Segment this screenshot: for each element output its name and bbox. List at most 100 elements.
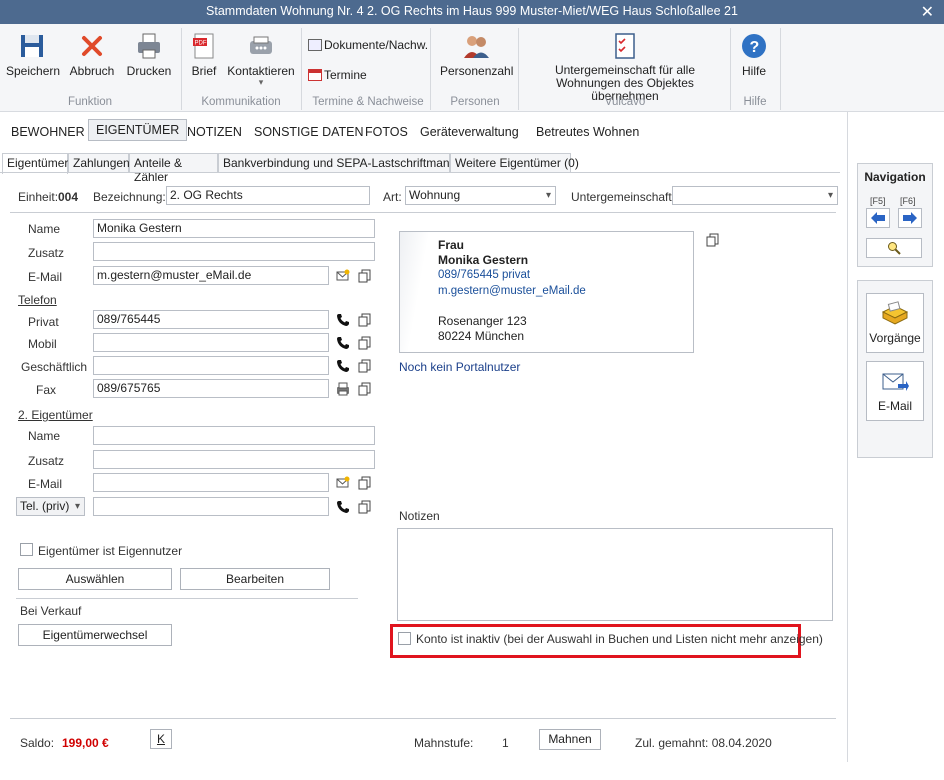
documents-label: Dokumente/Nachw. — [324, 38, 429, 52]
close-icon[interactable]: ✕ — [921, 2, 934, 22]
persons-label: Personenzahl — [440, 64, 514, 78]
eigennutzer-label: Eigentümer ist Eigennutzer — [38, 544, 183, 558]
group-personen: Personen — [450, 96, 500, 108]
next-button[interactable] — [898, 208, 922, 228]
subtab-anteile-zaehler[interactable]: Anteile & Zähler — [129, 153, 218, 184]
copy-icon[interactable] — [706, 233, 720, 247]
saldo-value: 199,00 € — [62, 736, 109, 750]
copy-icon[interactable] — [358, 313, 372, 327]
name2-input[interactable] — [93, 426, 375, 445]
search-button[interactable] — [866, 238, 922, 258]
card-email[interactable]: m.gestern@muster_eMail.de — [438, 285, 586, 297]
arrow-right-icon — [903, 212, 917, 224]
select-button[interactable]: Auswählen — [18, 568, 172, 590]
copy-icon[interactable] — [358, 336, 372, 350]
divider — [16, 598, 358, 599]
email-icon — [882, 373, 909, 391]
cancel-button[interactable]: Abbruch — [68, 32, 116, 78]
subtab-bankverbindung[interactable]: Bankverbindung und SEPA-Lastschriftmanda… — [218, 153, 450, 173]
card-phone[interactable]: 089/765445 privat — [438, 269, 530, 281]
print-button[interactable]: Drucken — [124, 32, 174, 78]
bei-verkauf-label: Bei Verkauf — [20, 604, 82, 618]
fax-icon[interactable] — [336, 382, 350, 396]
edit-button[interactable]: Bearbeiten — [180, 568, 330, 590]
phone-icon[interactable] — [336, 500, 350, 514]
einheit-label: Einheit: — [18, 190, 59, 204]
zusatz-input[interactable] — [93, 242, 375, 261]
actions-panel: Vorgänge E-Mail — [857, 280, 933, 458]
printer-icon — [138, 33, 160, 59]
tel-type-select[interactable]: Tel. (priv) ▾ — [16, 497, 85, 516]
persons-button[interactable]: Personenzahl — [440, 32, 514, 78]
appointments-button[interactable]: Termine — [308, 68, 367, 82]
previous-button[interactable] — [866, 208, 890, 228]
subtab-eigentuemer[interactable]: Eigentümer — [2, 153, 68, 174]
bezeichnung-input[interactable]: 2. OG Rechts — [166, 186, 370, 205]
f5-hint: [F5] — [870, 196, 886, 206]
bezeichnung-label: Bezeichnung: — [93, 190, 166, 204]
name-label: Name — [28, 222, 61, 236]
untergemeinschaft-select[interactable]: ▾ — [672, 186, 838, 205]
tab-bewohner[interactable]: BEWOHNER — [11, 125, 85, 139]
tab-notizen[interactable]: NOTIZEN — [187, 125, 242, 139]
divider — [10, 718, 836, 719]
portal-status-link[interactable]: Noch kein Portalnutzer — [399, 360, 520, 374]
privat-input[interactable]: 089/765445 — [93, 310, 329, 329]
email2-input[interactable] — [93, 473, 329, 492]
account-inactive-checkbox[interactable] — [398, 632, 411, 645]
zusatz2-input[interactable] — [93, 450, 375, 469]
tab-sonstige-daten[interactable]: SONSTIGE DATEN — [254, 125, 364, 139]
title-bar: Stammdaten Wohnung Nr. 4 2. OG Rechts im… — [0, 0, 944, 24]
adopt-subcommunity-button[interactable]: Untergemeinschaft für alle Wohnungen des… — [525, 32, 725, 103]
geschaeftlich-input[interactable] — [93, 356, 329, 375]
copy-icon[interactable] — [358, 476, 372, 490]
send-email-icon[interactable] — [336, 269, 350, 283]
tab-geraeteverwaltung[interactable]: Geräteverwaltung — [420, 125, 519, 139]
tab-betreutes-wohnen[interactable]: Betreutes Wohnen — [536, 125, 639, 139]
print-label: Drucken — [126, 64, 172, 78]
account-k-button[interactable]: K — [150, 729, 172, 749]
mobil-input[interactable] — [93, 333, 329, 352]
email-button[interactable]: E-Mail — [866, 361, 924, 421]
save-label: Speichern — [6, 64, 61, 78]
tab-eigentuemer[interactable]: EIGENTÜMER — [88, 119, 188, 141]
pdf-icon: PDF — [193, 33, 214, 59]
phone-icon[interactable] — [336, 359, 350, 373]
copy-icon[interactable] — [358, 359, 372, 373]
second-owner-heading: 2. Eigentümer — [18, 408, 93, 422]
letter-button[interactable]: PDF Brief — [186, 32, 222, 78]
save-button[interactable]: Speichern — [6, 32, 61, 78]
tab-panel-border — [0, 172, 840, 173]
eigennutzer-checkbox[interactable] — [20, 543, 33, 556]
help-label: Hilfe — [741, 64, 766, 78]
contact-button[interactable]: Kontaktieren ▾ — [226, 32, 296, 87]
fax-input[interactable]: 089/675765 — [93, 379, 329, 398]
owner-change-button[interactable]: Eigentümerwechsel — [18, 624, 172, 646]
separator — [780, 28, 781, 110]
notizen-textarea[interactable] — [397, 528, 833, 621]
tel2-input[interactable] — [93, 497, 329, 516]
copy-icon[interactable] — [358, 382, 372, 396]
dunning-button[interactable]: Mahnen — [539, 729, 601, 750]
phone-icon[interactable] — [336, 313, 350, 327]
send-email-icon[interactable] — [336, 476, 350, 490]
close-icon — [82, 36, 102, 56]
help-button[interactable]: ? Hilfe — [734, 32, 774, 78]
phone-icon[interactable] — [336, 336, 350, 350]
untergemeinschaft-label: Untergemeinschaft — [571, 190, 672, 204]
copy-icon[interactable] — [358, 269, 372, 283]
subtab-zahlungen[interactable]: Zahlungen — [68, 153, 130, 173]
copy-icon[interactable] — [358, 500, 372, 514]
cancel-label: Abbruch — [69, 64, 115, 78]
separator — [181, 28, 182, 110]
tab-fotos[interactable]: FOTOS — [365, 125, 408, 139]
einheit-value: 004 — [58, 190, 79, 204]
vorgaenge-button[interactable]: Vorgänge — [866, 293, 924, 353]
name-input[interactable]: Monika Gestern — [93, 219, 375, 238]
email-input[interactable]: m.gestern@muster_eMail.de — [93, 266, 329, 285]
art-select[interactable]: Wohnung ▾ — [405, 186, 556, 205]
account-inactive-label: Konto ist inaktiv (bei der Auswahl in Bu… — [416, 632, 823, 646]
subtab-weitere-eigentuemer[interactable]: Weitere Eigentümer (0) — [450, 153, 579, 173]
documents-button[interactable]: Dokumente/Nachw. — [308, 38, 428, 52]
side-panel-border — [847, 112, 848, 762]
